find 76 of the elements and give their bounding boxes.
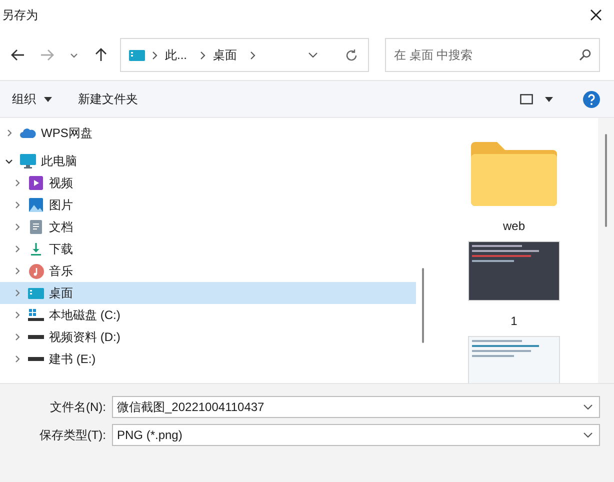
chevron-right-icon[interactable] bbox=[13, 223, 21, 231]
drive-icon bbox=[28, 335, 44, 339]
file-name: web bbox=[502, 218, 525, 235]
drive-icon bbox=[28, 357, 44, 361]
address-bar[interactable]: 此... 桌面 bbox=[120, 38, 369, 72]
tree-item-label: 本地磁盘 (C:) bbox=[49, 307, 120, 324]
tree-item[interactable]: 文档 bbox=[0, 216, 416, 238]
search-field[interactable]: 在 桌面 中搜索 bbox=[385, 38, 600, 72]
view-layout-icon[interactable] bbox=[520, 94, 533, 104]
tree-item[interactable]: 本地磁盘 (C:) bbox=[0, 304, 416, 326]
tree-item-label: 此电脑 bbox=[41, 153, 77, 170]
up-arrow-icon[interactable] bbox=[95, 48, 107, 62]
chevron-right-icon[interactable] bbox=[13, 267, 21, 275]
tree-item-label: 音乐 bbox=[49, 263, 73, 280]
desktop-icon bbox=[28, 288, 44, 298]
chevron-right-icon[interactable] bbox=[13, 289, 21, 297]
tree-item-label: 文档 bbox=[49, 219, 73, 236]
caret-icon[interactable] bbox=[545, 96, 553, 102]
window-title: 另存为 bbox=[2, 7, 38, 24]
chevron-right-icon[interactable] bbox=[13, 333, 21, 341]
music-note-icon bbox=[28, 264, 44, 278]
tree-item-label: 视频资料 (D:) bbox=[49, 329, 120, 346]
tree-item[interactable]: 音乐 bbox=[0, 260, 416, 282]
organize-menu-button[interactable]: 组织 bbox=[12, 90, 52, 108]
search-icon bbox=[579, 49, 591, 61]
cloud-icon bbox=[20, 128, 36, 138]
drive-icon bbox=[28, 309, 44, 321]
tree-item-label: 图片 bbox=[49, 197, 73, 214]
picture-icon bbox=[29, 198, 43, 212]
back-arrow-icon[interactable] bbox=[11, 49, 25, 61]
caret-icon[interactable] bbox=[44, 96, 52, 102]
screenshot-thumbnail[interactable] bbox=[468, 241, 560, 301]
tree-item[interactable]: 建书 (E:) bbox=[0, 348, 416, 370]
refresh-icon[interactable] bbox=[345, 48, 358, 62]
breadcrumb[interactable]: 桌面 bbox=[213, 46, 238, 64]
forward-arrow-icon[interactable] bbox=[40, 49, 54, 61]
screenshot-thumbnail[interactable] bbox=[468, 336, 560, 384]
monitor-icon bbox=[20, 154, 36, 168]
file-name: 1 bbox=[510, 313, 518, 330]
tree-item-label: 桌面 bbox=[49, 285, 73, 302]
tree-item[interactable]: 视频 bbox=[0, 172, 416, 194]
video-icon bbox=[29, 176, 43, 190]
tree-item-label: WPS网盘 bbox=[41, 125, 92, 142]
chevron-right-icon[interactable] bbox=[13, 311, 21, 319]
chevron-right-icon[interactable] bbox=[250, 50, 256, 60]
combo-box[interactable]: PNG (*.png) bbox=[112, 424, 600, 446]
chevron-down-icon[interactable] bbox=[308, 52, 318, 58]
desktop-icon bbox=[129, 50, 145, 60]
document-icon bbox=[30, 220, 42, 234]
close-icon[interactable] bbox=[590, 9, 602, 21]
tree-item[interactable]: 视频资料 (D:) bbox=[0, 326, 416, 348]
field-label: 文件名(N): bbox=[49, 399, 107, 416]
scrollbar[interactable] bbox=[422, 268, 424, 343]
field-label: 保存类型(T): bbox=[38, 427, 107, 444]
tree-item-label: 视频 bbox=[49, 175, 73, 192]
breadcrumb[interactable]: 此... bbox=[165, 46, 188, 64]
chevron-right-icon[interactable] bbox=[152, 50, 158, 60]
tree-item[interactable]: 此电脑 bbox=[0, 150, 416, 172]
chevron-down-icon[interactable] bbox=[5, 158, 13, 164]
download-icon bbox=[29, 242, 43, 256]
chevron-right-icon[interactable] bbox=[13, 355, 21, 363]
tree-item[interactable]: 下载 bbox=[0, 238, 416, 260]
chevron-right-icon[interactable] bbox=[5, 129, 13, 137]
chevron-right-icon[interactable] bbox=[13, 245, 21, 253]
tree-item[interactable]: WPS网盘 bbox=[0, 122, 416, 144]
chevron-right-icon[interactable] bbox=[13, 179, 21, 187]
help-icon[interactable] bbox=[583, 90, 600, 108]
scrollbar[interactable] bbox=[605, 134, 607, 227]
chevron-right-icon[interactable] bbox=[13, 201, 21, 209]
tree-item-label: 下载 bbox=[49, 241, 73, 258]
tree-item[interactable]: 图片 bbox=[0, 194, 416, 216]
tree-item[interactable]: 桌面 bbox=[0, 282, 416, 304]
chevron-right-icon[interactable] bbox=[200, 50, 206, 60]
new-folder-button[interactable]: 新建文件夹 bbox=[78, 90, 138, 108]
combo-box[interactable]: 微信截图_20221004110437 bbox=[112, 396, 600, 418]
tree-item-label: 建书 (E:) bbox=[49, 351, 96, 368]
